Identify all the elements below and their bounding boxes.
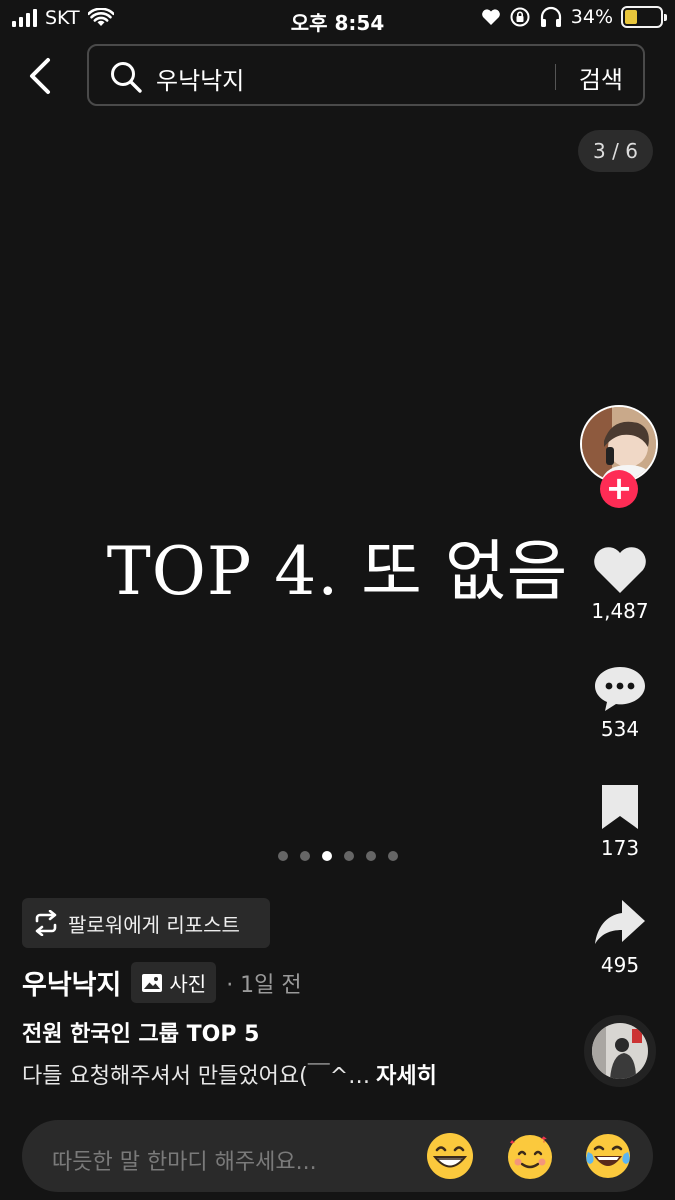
- like-action[interactable]: 1,487: [580, 545, 660, 623]
- carousel-dot: [344, 851, 354, 861]
- post-title: 전원 한국인 그룹 TOP 5: [22, 1022, 260, 1047]
- repost-label: 팔로워에게 리포스트: [68, 912, 240, 937]
- share-icon: [595, 900, 645, 944]
- bookmark-icon: [602, 785, 638, 829]
- grinning-face-icon[interactable]: [426, 1132, 474, 1180]
- carousel-dot: [278, 851, 288, 861]
- photo-tag: 사진: [131, 962, 217, 1003]
- carousel-dot: [388, 851, 398, 861]
- slide-counter: 3 / 6: [578, 130, 653, 172]
- status-right: 34%: [481, 6, 667, 28]
- like-count: 1,487: [591, 599, 649, 623]
- back-button[interactable]: [22, 54, 62, 98]
- chevron-left-icon: [30, 58, 50, 94]
- heart-icon: [594, 547, 646, 593]
- screen: SKT 오후 8:54 34% 우낙낙지 검색 3 / 6 TOP 4. 또 없…: [0, 0, 675, 1200]
- comment-input[interactable]: 따듯한 말 한마디 해주세요...: [52, 1144, 317, 1176]
- search-icon: [111, 62, 142, 93]
- image-icon: [142, 973, 163, 992]
- share-count: 495: [600, 953, 640, 977]
- search-bar[interactable]: 우낙낙지 검색: [87, 44, 645, 106]
- search-divider: [555, 64, 556, 90]
- tears-of-joy-face-icon[interactable]: [584, 1132, 632, 1180]
- comment-bar[interactable]: 따듯한 말 한마디 해주세요...: [22, 1120, 653, 1192]
- comment-count: 534: [600, 717, 640, 741]
- repost-button[interactable]: 팔로워에게 리포스트: [22, 898, 270, 948]
- headphones-icon: [540, 6, 561, 27]
- rotation-lock-icon: [510, 7, 530, 27]
- status-bar: SKT 오후 8:54 34%: [0, 0, 675, 38]
- smiling-face-with-hearts-icon[interactable]: [506, 1132, 554, 1180]
- comment-icon: [595, 667, 645, 711]
- search-button[interactable]: 검색: [579, 60, 623, 95]
- save-count: 173: [600, 836, 640, 860]
- slide-text: TOP 4. 또 없음: [106, 533, 569, 610]
- comment-action[interactable]: 534: [580, 663, 660, 741]
- post-description-text: 다들 요청해주셔서 만들었어요(￣^…: [22, 1064, 371, 1089]
- heart-status-icon: [481, 9, 500, 25]
- music-disc-image: [592, 1023, 648, 1079]
- photo-tag-label: 사진: [169, 972, 207, 996]
- search-input[interactable]: 우낙낙지: [156, 61, 244, 96]
- battery-fill: [625, 10, 637, 24]
- battery-percent: 34%: [570, 6, 613, 28]
- save-action[interactable]: 173: [580, 782, 660, 860]
- music-disc[interactable]: [584, 1015, 656, 1087]
- more-link[interactable]: 자세히: [376, 1064, 437, 1089]
- author-line: 우낙낙지 사진 · 1일 전: [22, 962, 302, 1003]
- carousel-dot: [366, 851, 376, 861]
- post-description[interactable]: 다들 요청해주셔서 만들었어요(￣^… 자세히: [22, 1058, 437, 1090]
- follow-button[interactable]: +: [600, 470, 638, 508]
- battery-icon: [621, 6, 667, 28]
- repost-icon: [35, 910, 57, 936]
- post-time: · 1일 전: [226, 972, 302, 998]
- share-action[interactable]: 495: [580, 897, 660, 977]
- author-name[interactable]: 우낙낙지: [22, 963, 121, 1002]
- carousel-dot: [322, 851, 332, 861]
- carousel-indicator: [278, 851, 398, 861]
- carousel-dot: [300, 851, 310, 861]
